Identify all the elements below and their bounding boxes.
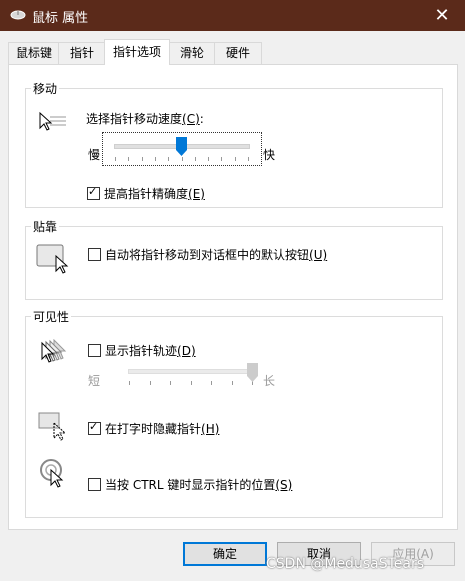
show-location-label: 当按 CTRL 键时显示指针的位置(S) bbox=[105, 478, 293, 492]
slider-tick bbox=[234, 157, 236, 161]
slider-tick bbox=[208, 157, 210, 161]
slider-tick bbox=[141, 157, 143, 161]
visibility-group-label: 可见性 bbox=[31, 308, 72, 325]
mouse-icon bbox=[10, 9, 26, 24]
slider-tick bbox=[221, 157, 223, 161]
snap-to-icon bbox=[36, 244, 70, 277]
precision-label: 提高指针精确度(E) bbox=[104, 187, 205, 201]
pointer-trails-icon bbox=[36, 338, 72, 366]
tab-hardware[interactable]: 硬件 bbox=[214, 42, 262, 64]
fast-label: 快 bbox=[263, 148, 276, 162]
slider-tick bbox=[170, 381, 171, 385]
slider-tick bbox=[211, 381, 212, 385]
speed-label: 选择指针移动速度(C): bbox=[86, 112, 204, 126]
slider-tick bbox=[194, 157, 196, 161]
trails-slider-thumb[interactable] bbox=[246, 363, 258, 385]
trails-ticks bbox=[129, 381, 253, 386]
hide-pointer-icon bbox=[38, 412, 68, 445]
slider-tick bbox=[115, 157, 116, 161]
trails-label: 显示指针轨迹(D) bbox=[105, 344, 196, 358]
visibility-group: 可见性 显示指针轨迹(D) 短 长 在打字时隐藏指针(H) bbox=[25, 308, 443, 518]
slider-tick bbox=[190, 381, 192, 385]
long-label: 长 bbox=[263, 374, 276, 388]
tab-pointer-options[interactable]: 指针选项 bbox=[104, 39, 170, 65]
snap-group: 贴靠 自动将指针移动到对话框中的默认按钮(U) bbox=[25, 218, 443, 300]
window-title: 鼠标 属性 bbox=[32, 11, 89, 26]
slider-tick bbox=[248, 157, 249, 161]
tab-wheel[interactable]: 滑轮 bbox=[168, 42, 216, 64]
slider-tick bbox=[129, 381, 130, 385]
motion-group-label: 移动 bbox=[31, 80, 60, 97]
show-location-icon bbox=[40, 458, 70, 493]
snap-group-label: 贴靠 bbox=[31, 218, 60, 235]
slider-tick bbox=[128, 157, 130, 161]
slider-tick bbox=[154, 157, 156, 161]
speed-slider-thumb[interactable] bbox=[175, 137, 187, 159]
slider-tick bbox=[149, 381, 151, 385]
slider-tick bbox=[168, 157, 170, 161]
snap-label: 自动将指针移动到对话框中的默认按钮(U) bbox=[105, 248, 328, 262]
motion-group: 移动 选择指针移动速度(C): 慢 快 提高指针精确度(E) bbox=[25, 80, 443, 208]
tab-panel: 移动 选择指针移动速度(C): 慢 快 提高指针精确度(E) 贴靠 自动将指针移 bbox=[8, 64, 458, 530]
trails-slider-track[interactable] bbox=[128, 369, 254, 374]
snap-checkbox[interactable] bbox=[88, 248, 101, 261]
ok-button[interactable]: 确定 bbox=[183, 542, 267, 566]
hide-while-typing-label: 在打字时隐藏指针(H) bbox=[105, 422, 220, 436]
hide-while-typing-checkbox[interactable] bbox=[88, 420, 101, 435]
short-label: 短 bbox=[88, 374, 101, 388]
title-bar: 鼠标 属性 ✕ bbox=[0, 0, 465, 31]
trails-checkbox[interactable] bbox=[88, 344, 101, 357]
slider-tick bbox=[231, 381, 233, 385]
slow-label: 慢 bbox=[88, 148, 101, 162]
precision-checkbox[interactable] bbox=[87, 185, 100, 200]
close-button[interactable]: ✕ bbox=[419, 0, 465, 31]
watermark: CSDN @MedusaSTears bbox=[266, 556, 424, 572]
tab-pointers[interactable]: 指针 bbox=[58, 42, 106, 64]
pointer-speed-icon bbox=[38, 111, 68, 136]
show-location-checkbox[interactable] bbox=[88, 478, 101, 491]
tab-buttons[interactable]: 鼠标键 bbox=[8, 42, 60, 64]
